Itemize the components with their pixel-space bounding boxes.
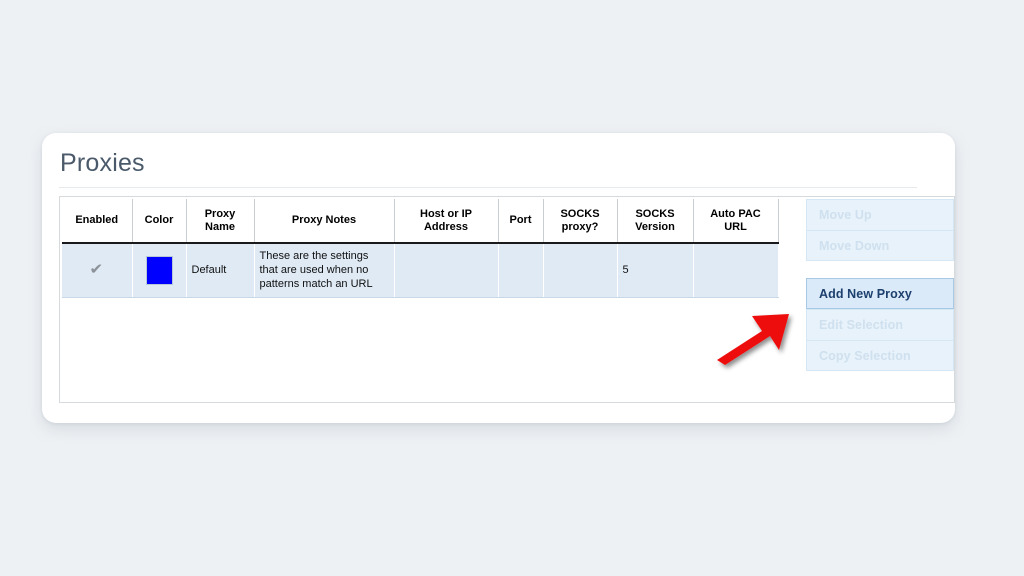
- column-header-socks-proxy-line1: SOCKS: [560, 207, 600, 220]
- table-header-row: Enabled Color Proxy Name Proxy Notes Hos…: [62, 199, 779, 244]
- button-group-spacer: [806, 261, 954, 278]
- column-header-host-line2: Address: [423, 220, 469, 233]
- column-header-proxy-notes[interactable]: Proxy Notes: [254, 199, 395, 244]
- cell-host[interactable]: [394, 243, 499, 298]
- column-header-port-label: Port: [509, 214, 532, 227]
- reorder-button-group: Move Up Move Down: [806, 199, 954, 261]
- cell-socks-proxy[interactable]: [543, 243, 618, 298]
- column-header-enabled-label: Enabled: [75, 214, 119, 227]
- column-header-auto-pac-url-line1: Auto PAC: [710, 207, 761, 220]
- move-up-button[interactable]: Move Up: [806, 199, 954, 230]
- column-header-auto-pac-url[interactable]: Auto PAC URL: [693, 199, 779, 244]
- copy-selection-button[interactable]: Copy Selection: [806, 340, 954, 371]
- column-header-color[interactable]: Color: [132, 199, 187, 244]
- proxies-table: Enabled Color Proxy Name Proxy Notes Hos…: [62, 199, 779, 298]
- cell-port[interactable]: [498, 243, 544, 298]
- column-header-socks-proxy-line2: proxy?: [561, 220, 599, 233]
- color-swatch[interactable]: [145, 255, 173, 285]
- column-header-proxy-name[interactable]: Proxy Name: [186, 199, 255, 244]
- edit-selection-button[interactable]: Edit Selection: [806, 309, 954, 340]
- cell-proxy-notes[interactable]: These are the settings that are used whe…: [254, 243, 395, 298]
- title-divider: [59, 187, 917, 188]
- cell-proxy-name[interactable]: Default: [186, 243, 255, 298]
- table-row[interactable]: ✔ Default These are the settings that ar…: [62, 243, 779, 298]
- cell-enabled[interactable]: ✔: [62, 243, 133, 298]
- move-down-button[interactable]: Move Down: [806, 230, 954, 261]
- checkmark-icon: ✔: [89, 261, 104, 279]
- column-header-socks-version-line2: Version: [635, 220, 675, 233]
- column-header-host-line1: Host or IP: [420, 207, 472, 220]
- column-header-socks-version[interactable]: SOCKS Version: [617, 199, 694, 244]
- proxy-action-button-group: Add New Proxy Edit Selection Copy Select…: [806, 278, 954, 371]
- cell-socks-version[interactable]: 5: [617, 243, 694, 298]
- column-header-proxy-name-line1: Proxy: [204, 207, 236, 220]
- column-header-color-label: Color: [144, 214, 174, 227]
- proxies-card: Proxies Enabled Color Proxy Name Proxy N…: [42, 133, 955, 423]
- screen: Proxies Enabled Color Proxy Name Proxy N…: [0, 0, 1024, 576]
- column-header-host[interactable]: Host or IP Address: [394, 199, 499, 244]
- column-header-proxy-name-line2: Name: [205, 220, 235, 233]
- proxies-grid-wrapper: Enabled Color Proxy Name Proxy Notes Hos…: [62, 199, 779, 400]
- column-header-socks-proxy[interactable]: SOCKS proxy?: [543, 199, 618, 244]
- column-header-port[interactable]: Port: [498, 199, 544, 244]
- cell-auto-pac-url[interactable]: [693, 243, 779, 298]
- column-header-enabled[interactable]: Enabled: [62, 199, 133, 244]
- page-title: Proxies: [60, 149, 145, 177]
- add-new-proxy-button[interactable]: Add New Proxy: [806, 278, 954, 309]
- column-header-socks-version-line1: SOCKS: [635, 207, 675, 220]
- proxies-panel: Enabled Color Proxy Name Proxy Notes Hos…: [59, 196, 955, 403]
- cell-color[interactable]: [132, 243, 187, 298]
- column-header-proxy-notes-label: Proxy Notes: [291, 214, 357, 227]
- column-header-auto-pac-url-line2: URL: [724, 220, 747, 233]
- action-button-column: Move Up Move Down Add New Proxy Edit Sel…: [806, 199, 954, 402]
